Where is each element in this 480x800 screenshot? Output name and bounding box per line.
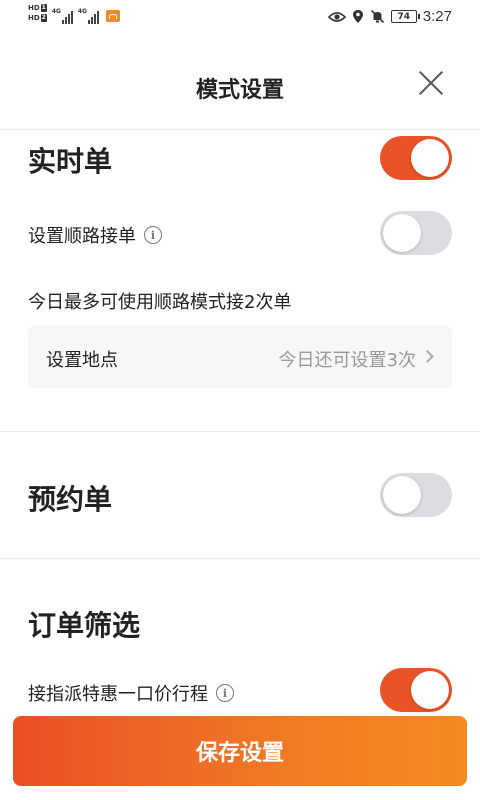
save-settings-button[interactable]: 保存设置 [13, 716, 467, 786]
sim1-indicator: HD 1 [28, 4, 47, 12]
app-notification-icon [105, 10, 120, 22]
sim-indicators: HD 1 HD 2 [28, 4, 47, 22]
toggle-knob [383, 476, 421, 514]
signal-1-icon: 4G [52, 4, 73, 24]
route-order-row: 设置顺路接单 i [28, 222, 162, 248]
sim2-label: HD [28, 14, 40, 22]
assign-order-row: 接指派特惠一口价行程 i [28, 680, 234, 706]
status-bar-right: 74 3:27 [327, 8, 452, 25]
assign-order-toggle[interactable] [380, 668, 452, 712]
toggle-knob [411, 671, 449, 709]
status-bar: HD 1 HD 2 4G 4G 74 3:27 [0, 0, 480, 34]
close-icon[interactable] [418, 70, 444, 96]
battery-level: 74 [397, 11, 411, 22]
toggle-knob [383, 214, 421, 252]
route-limit-text: 今日最多可使用顺路模式接2次单 [28, 292, 292, 313]
section-divider [0, 431, 480, 432]
clock: 3:27 [422, 8, 452, 25]
location-remaining-text: 今日还可设置3次 [278, 350, 416, 371]
net2-label: 4G [77, 8, 87, 15]
location-icon [352, 10, 363, 23]
toggle-knob [411, 139, 449, 177]
chevron-right-icon [421, 350, 434, 363]
status-bar-left: HD 1 HD 2 4G 4G [28, 4, 120, 24]
eye-icon [327, 11, 346, 22]
realtime-section-title: 实时单 [28, 145, 113, 178]
reservation-section-title: 预约单 [28, 483, 113, 516]
set-location-row[interactable]: 设置地点 今日还可设置3次 [28, 326, 452, 388]
signal-2-icon: 4G [78, 4, 99, 24]
sim1-label: HD [28, 4, 40, 12]
route-order-toggle[interactable] [380, 211, 452, 255]
page-title: 模式设置 [195, 78, 284, 103]
set-location-label: 设置地点 [46, 350, 118, 371]
battery-icon: 74 [390, 10, 420, 23]
reservation-toggle[interactable] [380, 473, 452, 517]
section-divider [0, 558, 480, 559]
route-order-label: 设置顺路接单 [28, 226, 136, 247]
page-header: 模式设置 [0, 34, 480, 130]
info-icon[interactable]: i [216, 684, 234, 702]
sim1-index: 1 [40, 4, 47, 12]
sim2-indicator: HD 2 [28, 14, 47, 22]
mute-bell-icon [370, 9, 384, 24]
realtime-toggle[interactable] [380, 136, 452, 180]
net1-label: 4G [51, 8, 61, 15]
assign-order-label: 接指派特惠一口价行程 [28, 684, 208, 705]
sim2-index: 2 [40, 14, 47, 22]
filter-section-title: 订单筛选 [28, 609, 141, 642]
info-icon[interactable]: i [144, 226, 162, 244]
